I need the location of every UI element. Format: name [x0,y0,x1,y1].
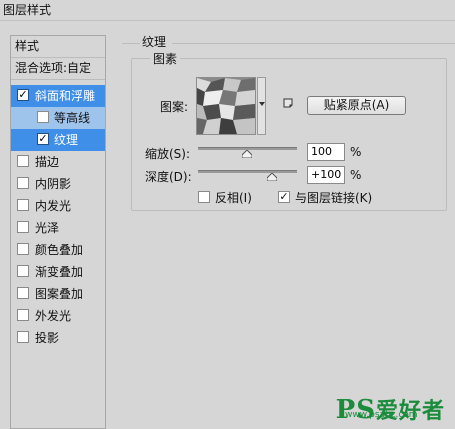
check-icon[interactable]: ✓ [278,191,290,203]
checkbox-inner-shadow[interactable] [17,177,29,189]
style-item-gradient-overlay[interactable]: 渐变叠加 [11,261,105,283]
styles-list-panel: 样式 混合选项:自定 ✓ 斜面和浮雕 等高线 ✓ 纹理 描边 内阴影 内发光 光… [10,35,106,429]
depth-input[interactable]: +100 [307,166,345,184]
style-item-label: 纹理 [54,133,79,147]
style-item-label: 内阴影 [35,177,72,191]
slider-thumb-icon[interactable] [242,150,252,158]
checkbox-color-overlay[interactable] [17,243,29,255]
style-item-outer-glow[interactable]: 外发光 [11,305,105,327]
blend-options-item[interactable]: 混合选项:自定 [11,58,105,80]
invert-label: 反相(I) [215,191,252,205]
checkbox-contour[interactable] [37,111,49,123]
depth-slider-track[interactable] [198,170,297,173]
style-item-label: 斜面和浮雕 [35,89,96,103]
style-item-label: 投影 [35,331,60,345]
style-item-inner-shadow[interactable]: 内阴影 [11,173,105,195]
checkbox-stroke[interactable] [17,155,29,167]
style-item-label: 光泽 [35,221,60,235]
pattern-label: 图案: [160,100,189,114]
checkbox-satin[interactable] [17,221,29,233]
snap-to-origin-button[interactable]: 贴紧原点(A) [307,96,406,115]
checkbox-drop-shadow[interactable] [17,331,29,343]
pattern-dropdown-arrow-icon[interactable] [257,77,266,135]
texture-group-title: 纹理 [142,35,167,49]
style-item-label: 描边 [35,155,60,169]
check-icon[interactable]: ✓ [37,133,49,145]
checkbox-gradient-overlay[interactable] [17,265,29,277]
group-divider-right [172,43,455,44]
checkbox-inner-glow[interactable] [17,199,29,211]
new-preset-icon[interactable] [283,98,293,108]
style-item-label: 外发光 [35,309,72,323]
window-title: 图层样式 [3,3,52,17]
watermark-logo: PS爱好者 [336,393,445,425]
styles-header[interactable]: 样式 [11,36,105,58]
style-item-drop-shadow[interactable]: 投影 [11,327,105,349]
scale-input[interactable]: 100 [307,143,345,161]
elements-fieldset [131,58,447,211]
elements-fieldset-title: 图素 [150,50,181,67]
style-item-label: 图案叠加 [35,287,84,301]
title-divider [0,20,455,21]
style-item-label: 渐变叠加 [35,265,84,279]
link-with-layer-label: 与图层链接(K) [295,191,373,205]
pattern-texture-image [197,78,255,134]
style-item-label: 内发光 [35,199,72,213]
check-icon[interactable]: ✓ [17,89,29,101]
checkbox-pattern-overlay[interactable] [17,287,29,299]
checkbox-outer-glow[interactable] [17,309,29,321]
depth-unit: % [350,168,362,182]
invert-checkbox[interactable] [198,191,210,203]
scale-unit: % [350,145,362,159]
style-item-label: 等高线 [54,111,91,125]
scale-label: 缩放(S): [145,147,191,161]
style-item-satin[interactable]: 光泽 [11,217,105,239]
style-item-inner-glow[interactable]: 内发光 [11,195,105,217]
style-item-texture[interactable]: ✓ 纹理 [11,129,105,151]
style-item-label: 颜色叠加 [35,243,84,257]
style-item-contour[interactable]: 等高线 [11,107,105,129]
pattern-swatch[interactable] [196,77,256,135]
depth-label: 深度(D): [145,170,192,184]
style-item-color-overlay[interactable]: 颜色叠加 [11,239,105,261]
group-divider-left [122,43,140,44]
style-item-bevel-emboss[interactable]: ✓ 斜面和浮雕 [11,85,105,107]
slider-thumb-icon[interactable] [267,173,277,181]
watermark-url: www.psahz.com [345,410,418,420]
style-item-stroke[interactable]: 描边 [11,151,105,173]
style-item-pattern-overlay[interactable]: 图案叠加 [11,283,105,305]
